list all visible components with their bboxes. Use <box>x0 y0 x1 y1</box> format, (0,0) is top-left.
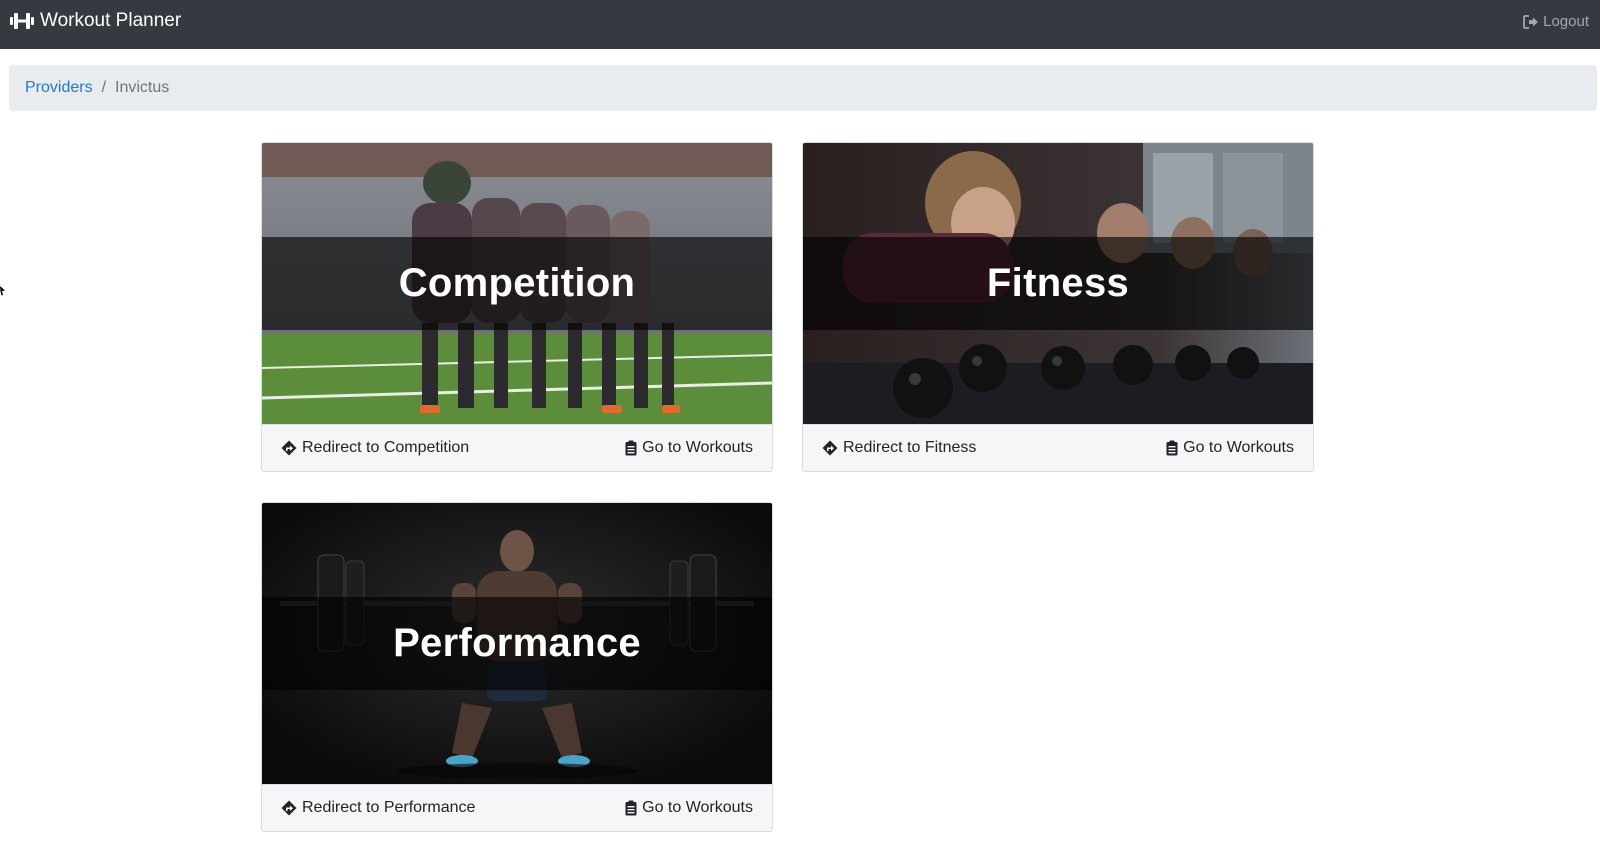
card-fitness: Fitness Redirect to Fitness Go to Workou… <box>802 142 1314 472</box>
dumbbell-icon <box>10 13 34 29</box>
clipboard-icon <box>1166 440 1178 456</box>
card-title: Competition <box>398 261 636 305</box>
directions-icon <box>281 800 297 816</box>
breadcrumb-item-providers[interactable]: Providers <box>25 79 93 97</box>
directions-icon <box>281 440 297 456</box>
card-performance: Performance Redirect to Performance Go t… <box>261 502 773 832</box>
card-title: Fitness <box>986 261 1130 305</box>
card-image-fitness[interactable]: Fitness <box>803 143 1313 424</box>
directions-icon <box>822 440 838 456</box>
card-footer: Redirect to Performance Go to Workouts <box>262 784 772 831</box>
card-footer: Redirect to Fitness Go to Workouts <box>803 424 1313 471</box>
go-to-workouts-link[interactable]: Go to Workouts <box>1166 439 1294 457</box>
workouts-label: Go to Workouts <box>1183 439 1294 456</box>
clipboard-icon <box>625 440 637 456</box>
redirect-label: Redirect to Performance <box>302 799 476 816</box>
clipboard-icon <box>625 800 637 816</box>
breadcrumb: Providers / Invictus <box>9 65 1597 111</box>
card-banner: Competition <box>262 237 772 330</box>
top-navbar: Workout Planner Logout <box>0 0 1600 49</box>
card-image-competition[interactable]: Competition <box>262 143 772 424</box>
redirect-link[interactable]: Redirect to Competition <box>281 439 469 457</box>
card-title: Performance <box>393 621 641 665</box>
logout-button[interactable]: Logout <box>1523 13 1589 30</box>
card-footer: Redirect to Competition Go to Workouts <box>262 424 772 471</box>
logout-label: Logout <box>1543 13 1589 30</box>
go-to-workouts-link[interactable]: Go to Workouts <box>625 799 753 817</box>
breadcrumb-item-current: Invictus <box>115 79 170 96</box>
brand[interactable]: Workout Planner <box>10 10 181 32</box>
workouts-label: Go to Workouts <box>642 799 753 816</box>
card-image-performance[interactable]: Performance <box>262 503 772 784</box>
brand-title: Workout Planner <box>40 10 182 31</box>
card-competition: Competition Redirect to Competition Go t… <box>261 142 773 472</box>
workouts-label: Go to Workouts <box>642 439 753 456</box>
redirect-label: Redirect to Competition <box>302 439 470 456</box>
card-banner: Performance <box>262 597 772 690</box>
breadcrumb-separator: / <box>101 79 107 96</box>
redirect-label: Redirect to Fitness <box>843 439 977 456</box>
card-banner: Fitness <box>803 237 1313 330</box>
redirect-link[interactable]: Redirect to Performance <box>281 799 475 817</box>
redirect-link[interactable]: Redirect to Fitness <box>822 439 976 457</box>
go-to-workouts-link[interactable]: Go to Workouts <box>625 439 753 457</box>
mouse-cursor-icon <box>0 286 5 296</box>
sign-out-icon <box>1523 14 1539 29</box>
